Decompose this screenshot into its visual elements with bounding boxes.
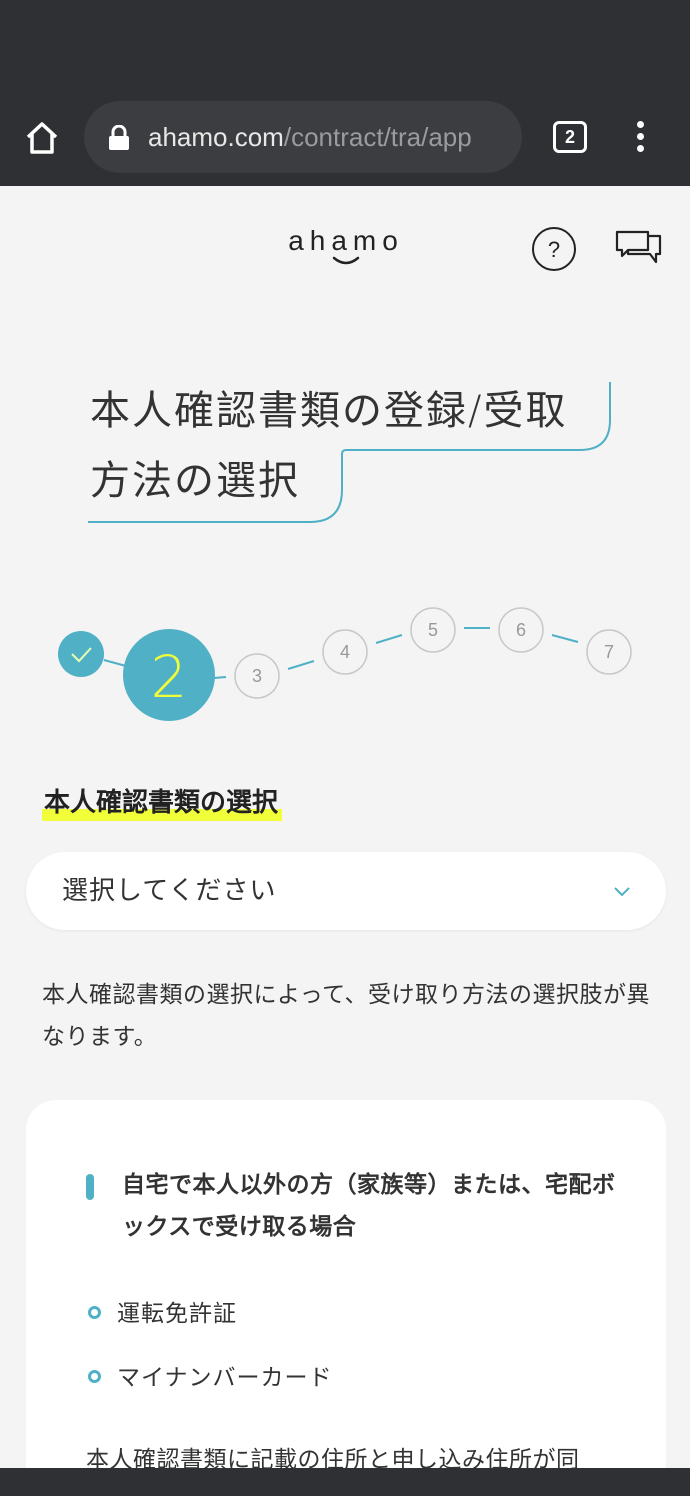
select-placeholder: 選択してください <box>62 876 277 906</box>
address-bar[interactable]: ahamo.com/contract/tra/app <box>84 101 522 173</box>
help-icon[interactable]: ? <box>531 226 577 272</box>
step-7-label: 7 <box>604 642 614 662</box>
delivery-info-card: 自宅で本人以外の方（家族等）または、宅配ボックスで受け取る場合 運転免許証 マイ… <box>26 1100 666 1496</box>
ahamo-logo[interactable]: ahamo <box>276 222 416 272</box>
list-item: マイナンバーカード <box>88 1358 333 1392</box>
url-text: ahamo.com/contract/tra/app <box>148 101 472 173</box>
status-bar <box>0 0 690 88</box>
tab-switcher-button[interactable]: 2 <box>553 121 587 153</box>
system-nav-bar <box>0 1468 690 1496</box>
section-title: 本人確認書類の選択 <box>42 782 283 821</box>
step-2-current: 2 <box>123 629 215 721</box>
step-3-label: 3 <box>252 666 262 686</box>
step-4-label: 4 <box>340 642 350 662</box>
page-title-line1: 本人確認書類の登録/受取 <box>90 388 568 434</box>
help-icon-label: ? <box>548 237 560 262</box>
lock-icon <box>109 125 129 150</box>
card-title-bar <box>86 1174 94 1200</box>
list-item-label: 運転免許証 <box>117 1301 237 1327</box>
step-6-label: 6 <box>516 620 526 640</box>
list-item-label: マイナンバーカード <box>117 1365 333 1391</box>
list-item: 運転免許証 <box>88 1294 237 1328</box>
step-2-label: 2 <box>151 643 188 711</box>
step-5-label: 5 <box>428 620 438 640</box>
progress-stepper: 2 3 4 5 6 7 <box>58 607 632 721</box>
page-title-line2: 方法の選択 <box>90 458 300 504</box>
bullet-icon <box>88 1306 101 1319</box>
id-document-select[interactable]: 選択してください <box>26 852 666 930</box>
selection-note: 本人確認書類の選択によって、受け取り方法の選択肢が異なります。 <box>42 982 651 1050</box>
url-host: ahamo.com <box>148 122 284 152</box>
logo-text: ahamo <box>288 225 404 256</box>
overflow-menu-icon[interactable] <box>626 118 654 158</box>
card-title: 自宅で本人以外の方（家族等）または、宅配ボックスで受け取る場合 <box>122 1172 616 1240</box>
chevron-down-icon <box>614 887 630 897</box>
section-title-text: 本人確認書類の選択 <box>44 788 279 818</box>
browser-toolbar: ahamo.com/contract/tra/app 2 <box>0 88 690 186</box>
chat-icon[interactable] <box>614 226 662 270</box>
url-path: /contract/tra/app <box>283 122 472 152</box>
bullet-icon <box>88 1370 101 1383</box>
step-1-done <box>58 631 104 677</box>
home-icon[interactable] <box>20 116 64 160</box>
